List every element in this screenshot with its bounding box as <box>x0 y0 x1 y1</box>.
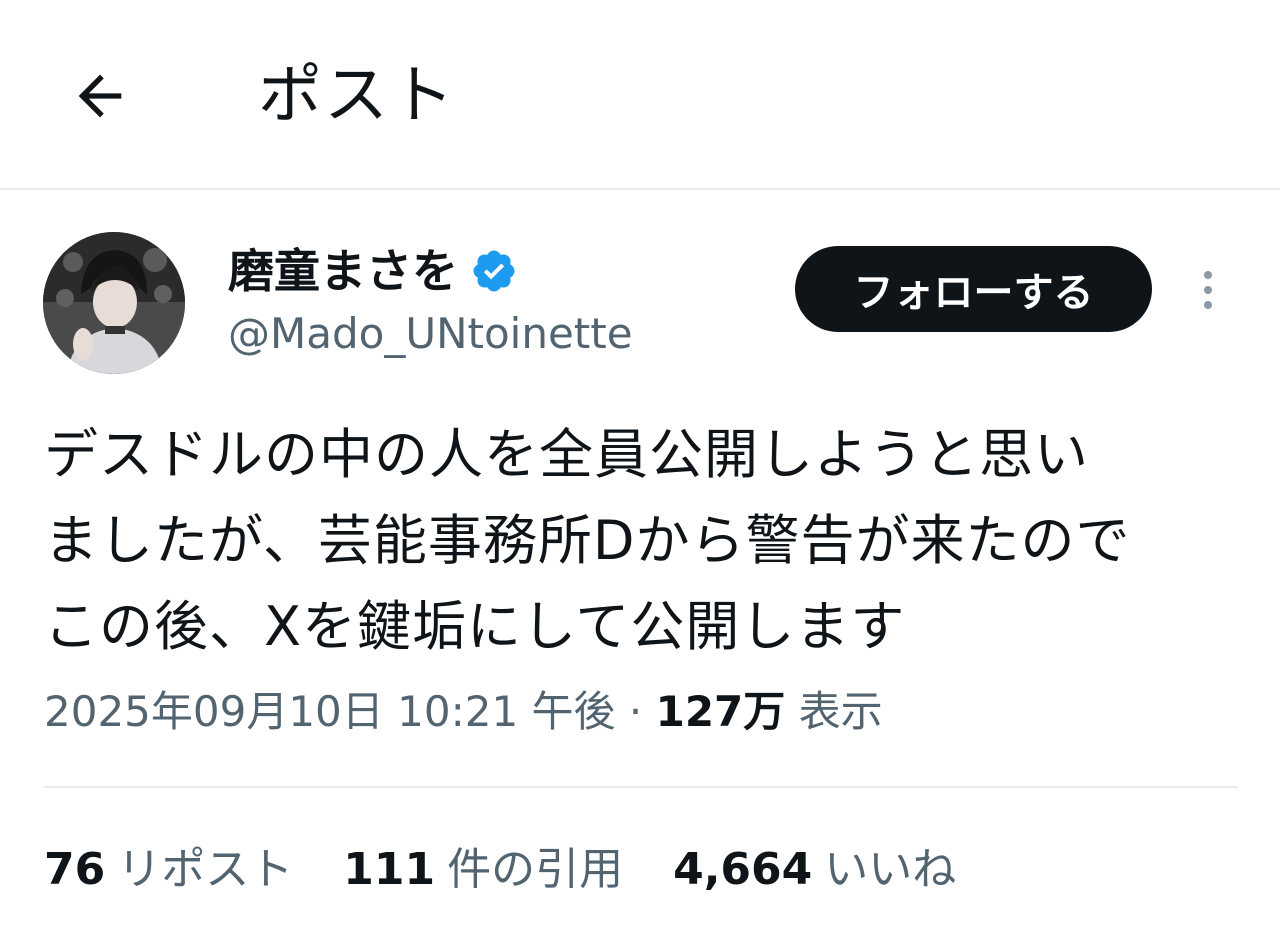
post-meta: 2025年09月10日 10:21 午後 · 127万 表示 <box>44 684 883 740</box>
post-text: デスドルの中の人を全員公開しようと思い ましたが、芸能事務所Dから警告が来たので… <box>44 412 1254 670</box>
quote-stat[interactable]: 111 件の引用 <box>343 840 623 900</box>
engagement-stats: 76 リポスト 111 件の引用 4,664 いいね <box>44 840 1006 900</box>
top-bar: ポスト <box>0 0 1280 188</box>
header-divider <box>0 188 1280 190</box>
repost-count: 76 <box>44 844 106 895</box>
avatar[interactable] <box>43 232 185 374</box>
post-text-line: ましたが、芸能事務所Dから警告が来たので <box>44 509 1131 572</box>
author-handle[interactable]: @Mado_UNtoinette <box>228 306 633 362</box>
more-dot <box>1204 271 1212 279</box>
like-count: 4,664 <box>673 844 813 895</box>
author-name-row[interactable]: 磨童まさを <box>228 238 518 304</box>
more-dot <box>1204 301 1212 309</box>
meta-separator: · <box>628 687 643 736</box>
post-timestamp[interactable]: 2025年09月10日 10:21 午後 <box>44 687 616 736</box>
verified-badge-icon <box>470 247 518 295</box>
page-title: ポスト <box>258 59 456 133</box>
back-button[interactable] <box>62 58 138 134</box>
post-text-line: この後、Xを鍵垢にして公開します <box>44 595 906 658</box>
stats-divider <box>44 786 1238 788</box>
author-display-name[interactable]: 磨童まさを <box>228 241 458 301</box>
follow-button[interactable]: フォローする <box>795 246 1152 332</box>
more-dot <box>1204 286 1212 294</box>
avatar-image <box>43 232 185 374</box>
repost-label: リポスト <box>117 844 294 895</box>
quote-label: 件の引用 <box>447 844 624 895</box>
quote-count: 111 <box>343 844 436 895</box>
views-label: 表示 <box>798 687 883 736</box>
more-vertical-icon[interactable] <box>1188 262 1228 318</box>
post-text-line: デスドルの中の人を全員公開しようと思い <box>44 423 1089 486</box>
repost-stat[interactable]: 76 リポスト <box>44 840 293 900</box>
arrow-left-icon <box>78 74 122 118</box>
like-label: いいね <box>824 844 957 895</box>
views-count: 127万 <box>655 687 786 736</box>
like-stat[interactable]: 4,664 いいね <box>673 840 956 900</box>
